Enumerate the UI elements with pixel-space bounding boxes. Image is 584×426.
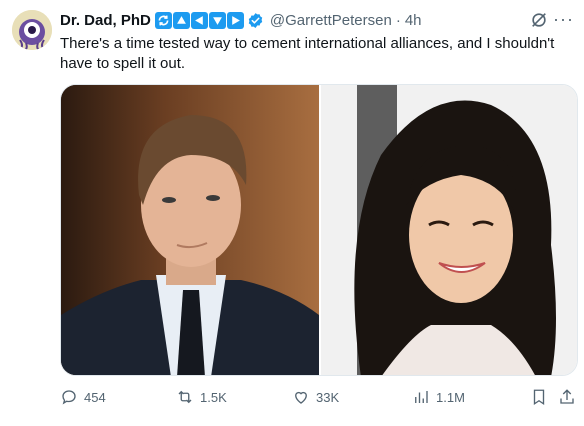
arrow-right-icon <box>226 11 244 29</box>
tweet-text: There's a time tested way to cement inte… <box>60 35 555 72</box>
author-badges <box>154 11 244 29</box>
sync-icon <box>154 11 172 29</box>
reply-button[interactable]: 454 <box>60 388 106 406</box>
arrow-down-icon <box>208 11 226 29</box>
avatar[interactable] <box>12 10 52 50</box>
views-button[interactable]: 1.1M <box>412 388 465 406</box>
media-image-right[interactable] <box>321 85 577 375</box>
author-handle[interactable]: @GarrettPetersen <box>270 12 392 29</box>
avatar-image <box>12 10 52 50</box>
tweet-header: Dr. Dad, PhD @GarrettPetersen · 4h <box>60 10 574 30</box>
bookmark-button[interactable] <box>530 388 548 406</box>
media-image-left[interactable] <box>61 85 319 375</box>
retweet-count: 1.5K <box>200 389 227 405</box>
heart-icon <box>295 391 307 404</box>
grok-icon[interactable] <box>530 11 548 29</box>
share-icon <box>560 389 574 404</box>
separator-dot: · <box>395 11 401 29</box>
author-display-name[interactable]: Dr. Dad, PhD <box>60 12 151 29</box>
reply-icon <box>62 390 76 405</box>
views-chart-icon <box>415 391 428 403</box>
more-options-icon[interactable]: ··· <box>553 9 574 30</box>
arrow-left-icon <box>190 11 208 29</box>
like-count: 33K <box>316 389 340 405</box>
arrow-up-icon <box>172 11 190 29</box>
verified-badge-icon <box>248 12 263 28</box>
bookmark-icon <box>533 389 545 406</box>
retweet-button[interactable]: 1.5K <box>176 388 227 406</box>
tweet-media[interactable] <box>60 84 578 376</box>
reply-count: 454 <box>84 389 106 405</box>
tweet-actions: 454 1.5K 33K 1.1M <box>60 388 576 410</box>
like-button[interactable]: 33K <box>292 388 339 406</box>
views-count: 1.1M <box>436 389 465 405</box>
share-button[interactable] <box>558 388 576 406</box>
tweet-timestamp[interactable]: 4h <box>405 12 422 29</box>
retweet-icon <box>178 390 192 404</box>
